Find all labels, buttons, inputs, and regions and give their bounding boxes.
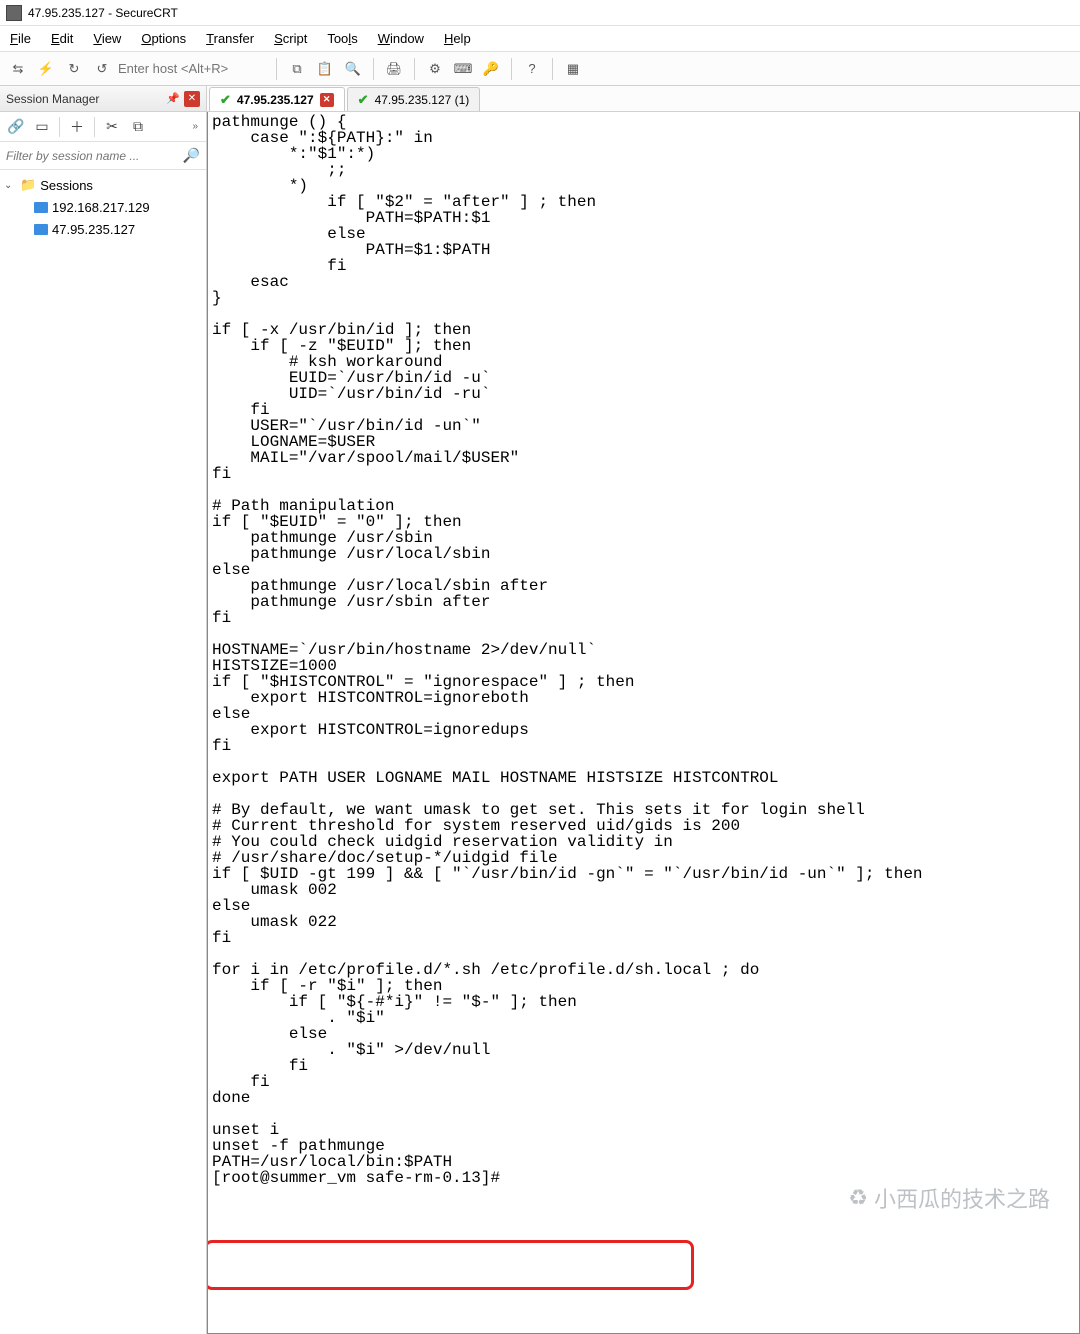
watermark: ♻ 小西瓜的技术之路: [848, 1182, 1050, 1214]
copy-session-icon[interactable]: ⧉: [126, 115, 150, 139]
tab-close-icon[interactable]: ✕: [320, 93, 334, 107]
reconnect-all-icon[interactable]: ↺: [90, 57, 114, 81]
session-filter: 🔎: [0, 142, 206, 170]
tree-host-item[interactable]: 192.168.217.129: [0, 196, 206, 218]
keyboard-icon[interactable]: ⌨: [451, 57, 475, 81]
watermark-text: 小西瓜的技术之路: [874, 1182, 1050, 1214]
toolbar-separator: [59, 117, 60, 137]
key-icon[interactable]: 🔑: [479, 57, 503, 81]
tab-label: 47.95.235.127: [237, 93, 314, 107]
menu-options[interactable]: Options: [141, 31, 186, 46]
tree-root-label: Sessions: [40, 178, 93, 193]
search-icon[interactable]: 🔎: [183, 147, 200, 164]
connect-icon[interactable]: ⇆: [6, 57, 30, 81]
chevron-down-icon[interactable]: ⌄: [4, 180, 16, 191]
session-manager-panel: Session Manager 📌 ✕ 🔗 ▭ ＋ ✂ ⧉ » 🔎 ⌄ 📁 Se…: [0, 86, 207, 1334]
pin-icon[interactable]: 📌: [166, 92, 180, 106]
highlight-box: [207, 1240, 694, 1290]
reconnect-icon[interactable]: ↻: [62, 57, 86, 81]
cut-icon[interactable]: ✂: [100, 115, 124, 139]
settings-icon[interactable]: ⚙: [423, 57, 447, 81]
menu-transfer[interactable]: Transfer: [206, 31, 254, 46]
toolbar-separator: [373, 58, 374, 80]
activator-icon[interactable]: ▦: [561, 57, 585, 81]
toolbar-separator: [276, 58, 277, 80]
new-tab-icon[interactable]: ▭: [30, 115, 54, 139]
menu-file[interactable]: File: [10, 31, 31, 46]
menu-edit[interactable]: Edit: [51, 31, 73, 46]
link-icon[interactable]: 🔗: [4, 115, 28, 139]
folder-icon: 📁: [20, 177, 36, 193]
app-icon: [6, 5, 22, 21]
host-icon: [34, 224, 48, 235]
window-title: 47.95.235.127 - SecureCRT: [28, 6, 178, 20]
session-manager-title: Session Manager: [6, 92, 99, 106]
menu-bar: File Edit View Options Transfer Script T…: [0, 26, 1080, 52]
quick-connect-icon[interactable]: ⚡: [34, 57, 58, 81]
menu-view[interactable]: View: [93, 31, 121, 46]
host-input[interactable]: [118, 61, 268, 76]
content-area: ✔ 47.95.235.127 ✕ ✔ 47.95.235.127 (1) pa…: [207, 86, 1080, 1334]
paste-icon[interactable]: 📋: [313, 57, 337, 81]
menu-help[interactable]: Help: [444, 31, 471, 46]
tree-host-label: 192.168.217.129: [52, 200, 150, 215]
tab-label: 47.95.235.127 (1): [375, 93, 470, 107]
tab-active[interactable]: ✔ 47.95.235.127 ✕: [209, 87, 345, 111]
menu-tools[interactable]: Tools: [327, 31, 357, 46]
menu-script[interactable]: Script: [274, 31, 307, 46]
toolbar-separator: [511, 58, 512, 80]
add-icon[interactable]: ＋: [65, 115, 89, 139]
help-icon[interactable]: ?: [520, 57, 544, 81]
toolbar-separator: [414, 58, 415, 80]
session-toolbar: 🔗 ▭ ＋ ✂ ⧉ »: [0, 112, 206, 142]
filter-input[interactable]: [0, 142, 206, 169]
tree-root-sessions[interactable]: ⌄ 📁 Sessions: [0, 174, 206, 196]
host-icon: [34, 202, 48, 213]
more-icon[interactable]: »: [192, 121, 202, 132]
wechat-icon: ♻: [848, 1185, 868, 1211]
terminal-output[interactable]: pathmunge () { case ":${PATH}:" in *:"$1…: [208, 112, 1079, 1188]
main-toolbar: ⇆ ⚡ ↻ ↺ ⧉ 📋 🔍 🖨 ⚙ ⌨ 🔑 ? ▦: [0, 52, 1080, 86]
tree-host-item[interactable]: 47.95.235.127: [0, 218, 206, 240]
close-panel-icon[interactable]: ✕: [184, 91, 200, 107]
terminal-wrap: pathmunge () { case ":${PATH}:" in *:"$1…: [207, 112, 1080, 1334]
session-tree: ⌄ 📁 Sessions 192.168.217.129 47.95.235.1…: [0, 170, 206, 1334]
toolbar-separator: [94, 117, 95, 137]
find-icon[interactable]: 🔍: [341, 57, 365, 81]
window-titlebar: 47.95.235.127 - SecureCRT: [0, 0, 1080, 26]
main-area: Session Manager 📌 ✕ 🔗 ▭ ＋ ✂ ⧉ » 🔎 ⌄ 📁 Se…: [0, 86, 1080, 1334]
copy-icon[interactable]: ⧉: [285, 57, 309, 81]
connected-check-icon: ✔: [358, 92, 369, 108]
print-icon[interactable]: 🖨: [382, 57, 406, 81]
tab-inactive[interactable]: ✔ 47.95.235.127 (1): [347, 87, 481, 111]
menu-window[interactable]: Window: [378, 31, 424, 46]
tree-host-label: 47.95.235.127: [52, 222, 135, 237]
tab-bar: ✔ 47.95.235.127 ✕ ✔ 47.95.235.127 (1): [207, 86, 1080, 112]
connected-check-icon: ✔: [220, 92, 231, 108]
toolbar-separator: [552, 58, 553, 80]
session-manager-header: Session Manager 📌 ✕: [0, 86, 206, 112]
